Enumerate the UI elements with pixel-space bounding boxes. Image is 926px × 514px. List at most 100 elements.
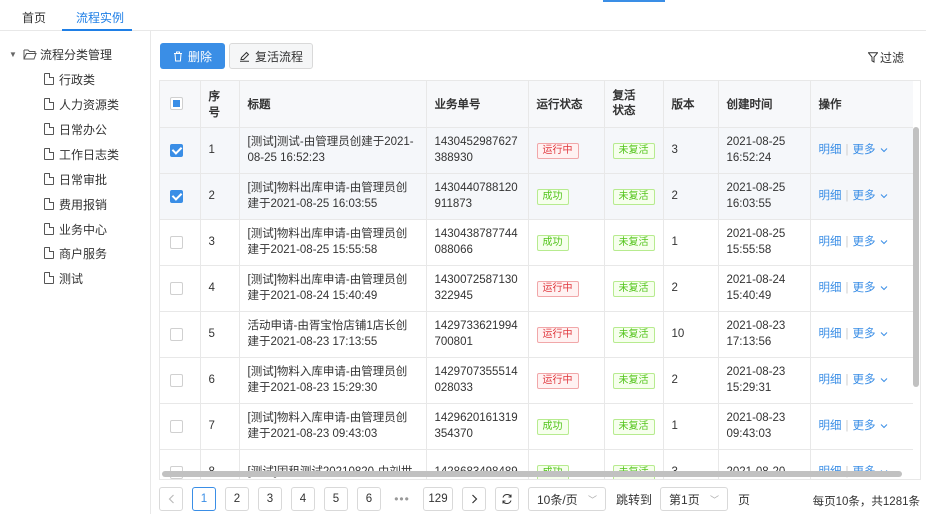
prev-page-button[interactable]: [159, 487, 183, 511]
select-all-checkbox[interactable]: [170, 97, 183, 111]
row-checkbox[interactable]: [170, 143, 183, 157]
tree-item-8[interactable]: 测试: [44, 270, 83, 286]
tree-item-5[interactable]: 费用报销: [44, 196, 107, 212]
row-select-cell[interactable]: [160, 265, 201, 312]
more-link[interactable]: 更多: [853, 418, 876, 434]
row-checkbox[interactable]: [170, 327, 183, 341]
chevron-left-icon: [168, 494, 174, 504]
table-row[interactable]: 7 [测试]物料入库申请-由管理员创建于2021-08-23 09:43:03 14…: [160, 403, 913, 450]
row-seq: 2: [200, 173, 240, 220]
header-bizno: 业务单号: [426, 81, 529, 128]
page-size-value: 10条/页: [537, 492, 578, 507]
file-icon: [44, 123, 54, 135]
row-checkbox[interactable]: [170, 373, 183, 387]
detail-link[interactable]: 明细: [819, 234, 842, 250]
row-select-cell[interactable]: [160, 219, 201, 266]
tab-home[interactable]: 首页: [22, 9, 46, 26]
vertical-scrollbar[interactable]: [913, 127, 919, 387]
tree-item-2[interactable]: 日常办公: [44, 121, 107, 137]
detail-link[interactable]: 明细: [819, 418, 842, 434]
horizontal-scrollbar[interactable]: [162, 471, 902, 477]
row-checkbox[interactable]: [170, 281, 183, 295]
row-run-status-cell: 成功: [528, 403, 605, 450]
jump-page-select[interactable]: 第1页 ﹀: [660, 487, 729, 511]
row-select-cell[interactable]: [160, 311, 201, 358]
tree-item-3[interactable]: 工作日志类: [44, 146, 119, 162]
page-button-last[interactable]: 129: [423, 487, 453, 511]
tree-item-1[interactable]: 人力资源类: [44, 96, 119, 112]
tree-item-6[interactable]: 业务中心: [44, 221, 107, 237]
table-row[interactable]: 6 [测试]物料入库申请-由管理员创建于2021-08-23 15:29:30 14…: [160, 357, 913, 404]
header-revive-status: 复活状态: [604, 81, 664, 128]
more-link[interactable]: 更多: [853, 326, 876, 342]
filter-icon: [867, 52, 878, 63]
delete-button[interactable]: 删除: [160, 43, 225, 69]
tab-process-instance[interactable]: 流程实例: [76, 9, 124, 26]
total-count: 每页10条，共1281条: [812, 496, 920, 508]
delete-button-label: 删除: [187, 49, 212, 64]
detail-link[interactable]: 明细: [819, 326, 842, 342]
row-version: 1: [663, 403, 719, 450]
more-link[interactable]: 更多: [853, 372, 876, 388]
refresh-button[interactable]: [495, 487, 519, 511]
caret-down-icon[interactable]: ▼: [9, 50, 23, 59]
page-size-select[interactable]: 10条/页 ﹀: [528, 487, 606, 511]
row-ops: 明细| 更多: [810, 265, 913, 312]
chevron-down-icon[interactable]: [880, 239, 888, 245]
row-version: 1: [663, 219, 719, 266]
chevron-down-icon[interactable]: [880, 423, 888, 429]
table-row[interactable]: 1 [测试]测试-由管理员创建于2021-08-25 16:52:23 143045…: [160, 127, 913, 174]
table-row[interactable]: 4 [测试]物料出库申请-由管理员创建于2021-08-24 15:40:49 14…: [160, 265, 913, 312]
row-select-cell[interactable]: [160, 403, 201, 450]
chevron-down-icon[interactable]: [880, 193, 888, 199]
revive-status-badge: 未复活: [612, 326, 655, 343]
more-link[interactable]: 更多: [853, 280, 876, 296]
detail-link[interactable]: 明细: [819, 188, 842, 204]
table-row[interactable]: 3 [测试]物料出库申请-由管理员创建于2021-08-25 15:55:58 14…: [160, 219, 913, 266]
top-accent-line: [603, 0, 665, 2]
page-button-1[interactable]: 1: [192, 487, 216, 511]
row-select-cell[interactable]: [160, 173, 201, 220]
folder-open-icon: [23, 49, 37, 59]
page-button-4[interactable]: 4: [291, 487, 315, 511]
table-row[interactable]: 2 [测试]物料出库申请-由管理员创建于2021-08-25 16:03:55 14…: [160, 173, 913, 220]
page-button-5[interactable]: 5: [324, 487, 348, 511]
revive-status-badge: 未复活: [612, 234, 655, 251]
row-select-cell[interactable]: [160, 357, 201, 404]
tree-item-4[interactable]: 日常审批: [44, 171, 107, 187]
row-bizno: 1430438787744088066: [426, 219, 529, 266]
next-page-button[interactable]: [462, 487, 486, 511]
table-row[interactable]: 5 活动申请-由胥宝怡店铺1店长创建于2021-08-23 17:13:55 142…: [160, 311, 913, 358]
more-link[interactable]: 更多: [853, 188, 876, 204]
detail-link[interactable]: 明细: [819, 280, 842, 296]
ops-separator: |: [845, 328, 849, 340]
tree-item-label: 费用报销: [59, 197, 108, 212]
tree-item-label: 工作日志类: [59, 147, 120, 162]
page-ellipsis[interactable]: •••: [390, 492, 414, 506]
revive-process-button[interactable]: 复活流程: [229, 43, 313, 69]
row-select-cell[interactable]: [160, 127, 201, 174]
more-link[interactable]: 更多: [853, 234, 876, 250]
chevron-down-icon[interactable]: [880, 377, 888, 383]
page-button-3[interactable]: 3: [258, 487, 282, 511]
detail-link[interactable]: 明细: [819, 372, 842, 388]
row-checkbox[interactable]: [170, 235, 183, 249]
tree-item-0[interactable]: 行政类: [44, 71, 95, 87]
filter-button[interactable]: 过滤: [867, 49, 904, 66]
chevron-down-icon[interactable]: [880, 331, 888, 337]
row-revive-status-cell: 未复活: [604, 311, 664, 358]
page-button-6[interactable]: 6: [357, 487, 381, 511]
more-link[interactable]: 更多: [853, 142, 876, 158]
chevron-down-icon[interactable]: [880, 147, 888, 153]
tree-root-node[interactable]: ▼ 流程分类管理: [9, 46, 112, 62]
tree-item-7[interactable]: 商户服务: [44, 245, 107, 261]
row-checkbox[interactable]: [170, 189, 183, 203]
row-bizno: 1429620161319354370: [426, 403, 529, 450]
header-select-all[interactable]: [160, 81, 201, 128]
detail-link[interactable]: 明细: [819, 142, 842, 158]
row-checkbox[interactable]: [170, 419, 183, 433]
page-button-2[interactable]: 2: [225, 487, 249, 511]
chevron-down-icon[interactable]: [880, 285, 888, 291]
row-title: [测试]物料出库申请-由管理员创建于2021-08-25 15:55:58: [239, 219, 427, 266]
row-revive-status-cell: 未复活: [604, 403, 664, 450]
